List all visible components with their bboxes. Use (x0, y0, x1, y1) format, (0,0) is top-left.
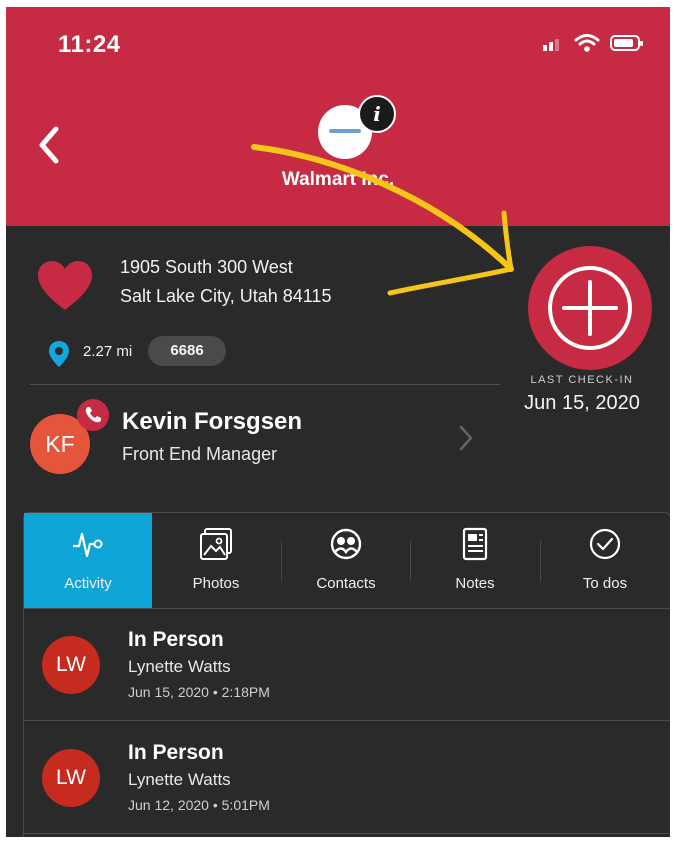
phone-screen: 11:24 i Walmart Inc. 1905 South 300 West… (6, 7, 670, 837)
annotation-arrow (251, 144, 514, 296)
